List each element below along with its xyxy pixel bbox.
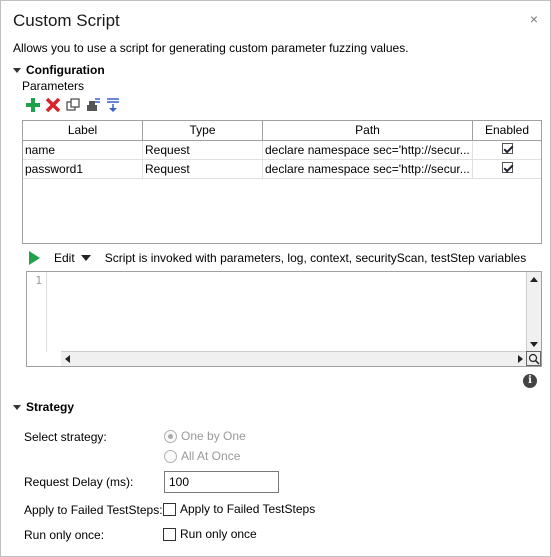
run-once-checkbox-row[interactable]: Run only once (163, 527, 257, 541)
configuration-title: Configuration (26, 63, 105, 77)
edit-menu-button[interactable]: Edit (54, 251, 91, 265)
parameters-label: Parameters (22, 79, 85, 93)
dialog-title: Custom Script (13, 11, 120, 30)
collapse-triangle-icon (13, 404, 21, 410)
strategy-all-at-once-radio[interactable]: All At Once (164, 449, 240, 463)
close-icon[interactable]: × (526, 11, 542, 27)
horizontal-scrollbar[interactable] (61, 351, 527, 366)
row-type-cell[interactable]: Request (143, 141, 263, 159)
line-number-gutter: 1 (27, 272, 47, 352)
vertical-scrollbar[interactable] (526, 272, 541, 352)
extract-icon[interactable] (85, 97, 101, 113)
strategy-one-by-one-radio[interactable]: One by One (164, 429, 246, 443)
table-row[interactable]: name Request declare namespace sec='http… (23, 141, 541, 160)
column-header-label[interactable]: Label (23, 121, 143, 140)
row-type-cell[interactable]: Request (143, 160, 263, 178)
table-header: Label Type Path Enabled (23, 121, 541, 141)
radio-label: One by One (181, 429, 246, 443)
column-header-enabled[interactable]: Enabled (473, 121, 541, 140)
run-once-checkbox-label: Run only once (180, 527, 257, 541)
row-label-cell[interactable]: password1 (23, 160, 143, 178)
select-strategy-label: Select strategy: (24, 430, 107, 444)
script-toolbar: Edit Script is invoked with parameters, … (29, 249, 526, 267)
apply-failed-label: Apply to Failed TestSteps: (24, 503, 163, 517)
strategy-section-header[interactable]: Strategy (13, 400, 74, 414)
row-label-cell[interactable]: name (23, 141, 143, 159)
dialog-description: Allows you to use a script for generatin… (13, 41, 409, 55)
line-number: 1 (35, 274, 42, 287)
add-icon[interactable] (25, 97, 41, 113)
row-enabled-cell (473, 160, 541, 178)
custom-script-dialog: Custom Script × Allows you to use a scri… (0, 0, 551, 557)
column-header-type[interactable]: Type (143, 121, 263, 140)
request-delay-input[interactable]: 100 (164, 471, 279, 493)
strategy-title: Strategy (26, 400, 75, 414)
info-icon[interactable]: i (523, 374, 537, 388)
column-header-path[interactable]: Path (263, 121, 473, 140)
configuration-section-header[interactable]: Configuration (13, 63, 105, 77)
enabled-checkbox[interactable] (501, 143, 513, 154)
row-path-cell[interactable]: declare namespace sec='http://secur... (263, 160, 473, 178)
run-icon[interactable] (29, 251, 40, 265)
radio-label: All At Once (181, 449, 241, 463)
dropdown-arrow-icon (80, 255, 91, 261)
run-once-checkbox[interactable] (163, 527, 176, 541)
scroll-up-arrow-icon[interactable] (530, 277, 538, 282)
scroll-right-arrow-icon[interactable] (518, 355, 523, 363)
script-hint: Script is invoked with parameters, log, … (104, 251, 527, 265)
scroll-down-arrow-icon[interactable] (530, 342, 538, 347)
apply-failed-checkbox-row[interactable]: Apply to Failed TestSteps (163, 502, 315, 516)
radio-selected-icon (164, 429, 177, 443)
run-once-label: Run only once: (24, 528, 105, 542)
scroll-left-arrow-icon[interactable] (65, 355, 70, 363)
zoom-icon[interactable] (526, 351, 541, 366)
delete-icon[interactable] (45, 97, 61, 113)
parameters-table: Label Type Path Enabled name Request dec… (22, 120, 542, 244)
collapse-triangle-icon (13, 67, 21, 73)
row-path-cell[interactable]: declare namespace sec='http://secur... (263, 141, 473, 159)
table-row[interactable]: password1 Request declare namespace sec=… (23, 160, 541, 179)
apply-failed-checkbox[interactable] (163, 502, 176, 516)
edit-label: Edit (54, 251, 75, 265)
enabled-checkbox[interactable] (501, 162, 513, 173)
radio-unselected-icon (164, 449, 177, 463)
apply-failed-checkbox-label: Apply to Failed TestSteps (180, 502, 316, 516)
copy-icon[interactable] (65, 97, 81, 113)
script-editor[interactable]: 1 (26, 271, 542, 367)
parameters-toolbar (25, 97, 121, 113)
row-enabled-cell (473, 141, 541, 159)
request-delay-label: Request Delay (ms): (24, 475, 134, 489)
sort-icon[interactable] (105, 97, 121, 113)
